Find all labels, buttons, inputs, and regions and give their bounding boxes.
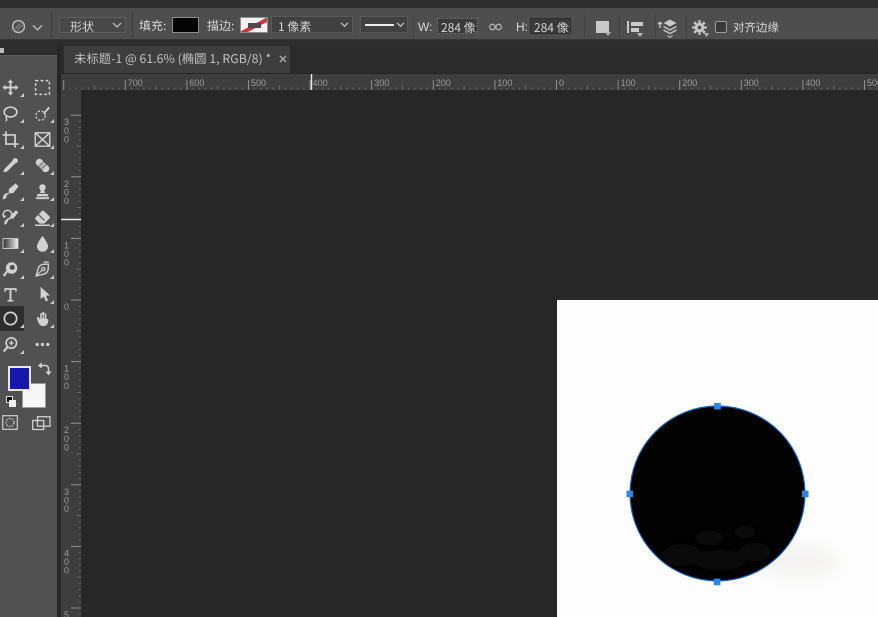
svg-text:300: 300 <box>374 78 389 88</box>
svg-text:500: 500 <box>251 78 266 88</box>
svg-text:100: 100 <box>620 78 635 88</box>
svg-text:400: 400 <box>805 78 820 88</box>
svg-text:400: 400 <box>312 78 327 88</box>
svg-text:0: 0 <box>64 566 69 576</box>
svg-text:0: 0 <box>64 504 69 514</box>
svg-text:700: 700 <box>127 78 142 88</box>
svg-text:5: 5 <box>64 610 69 617</box>
svg-text:0: 0 <box>64 196 69 206</box>
svg-text:0: 0 <box>64 381 69 391</box>
svg-text:0: 0 <box>64 302 69 312</box>
svg-text:200: 200 <box>435 78 450 88</box>
svg-text:0: 0 <box>64 442 69 452</box>
svg-text:200: 200 <box>682 78 697 88</box>
svg-text:600: 600 <box>189 78 204 88</box>
svg-text:0: 0 <box>64 258 69 268</box>
svg-text:300: 300 <box>743 78 758 88</box>
svg-text:500: 500 <box>867 78 878 88</box>
svg-text:100: 100 <box>497 78 512 88</box>
svg-text:0: 0 <box>64 134 69 144</box>
svg-text:0: 0 <box>559 78 564 88</box>
